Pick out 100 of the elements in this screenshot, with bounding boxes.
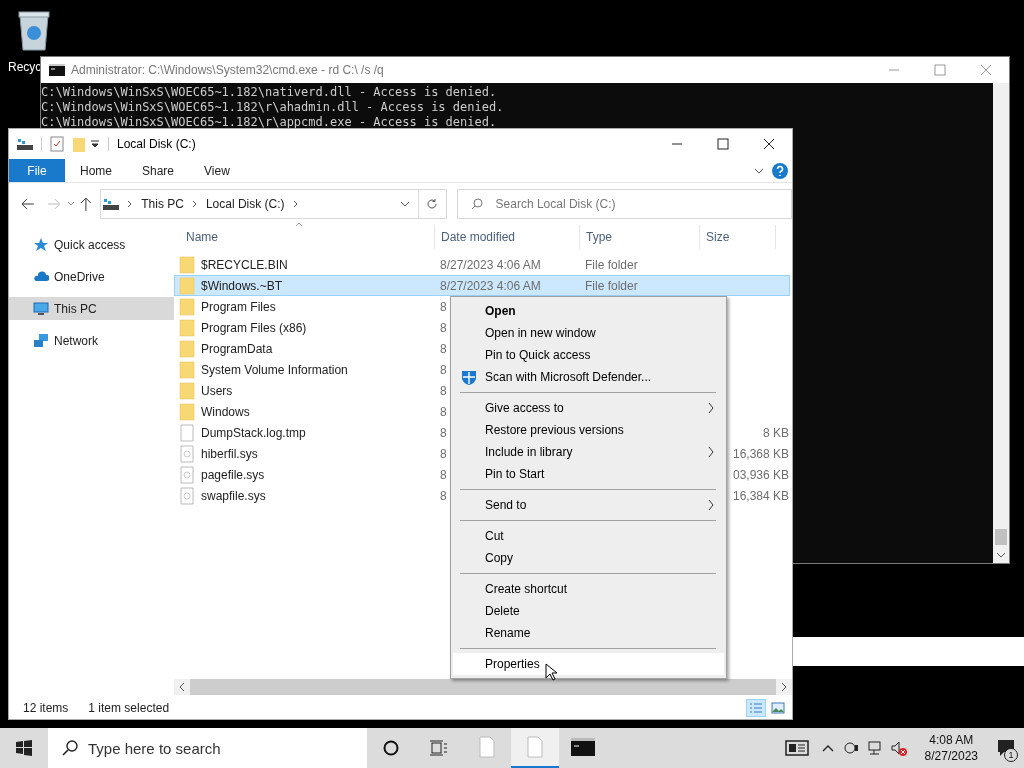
menu-item-label: Restore previous versions — [485, 422, 624, 439]
ribbon-tab[interactable]: Home — [65, 159, 127, 182]
scroll-down-icon — [996, 551, 1006, 559]
up-icon[interactable] — [80, 197, 93, 211]
desktop-icon-label[interactable]: Recyc — [8, 58, 42, 76]
menu-item[interactable]: Create shortcut — [453, 578, 724, 600]
recent-dropdown-icon[interactable] — [66, 201, 75, 207]
nav-item[interactable]: This PC — [9, 297, 174, 320]
sort-up-icon — [295, 222, 303, 227]
menu-item[interactable]: Restore previous versions — [453, 419, 724, 441]
system-file-icon — [179, 444, 195, 463]
type-cell: File folder — [585, 278, 638, 293]
console-line: C:\Windows\WinSxS\WOEC65~1.182\nativerd.dll - Access is denied. — [41, 85, 498, 100]
date-cell: 8/27/2023 4:06 AM — [440, 278, 541, 293]
menu-item-label: Cut — [485, 528, 504, 545]
clock-date: 8/27/2023 — [924, 748, 978, 764]
back-icon[interactable] — [21, 198, 35, 210]
column-header[interactable]: Size — [700, 225, 776, 249]
menu-item-label: Include in library — [485, 444, 573, 461]
windows-logo-icon — [16, 740, 32, 756]
nav-item-label: Quick access — [54, 236, 126, 254]
properties-icon[interactable] — [50, 136, 64, 152]
nav-item-label: This PC — [54, 300, 97, 318]
console-line: C:\Windows\WinSxS\WOEC65~1.182\r\ahadmin.dll - Access is denied. — [41, 100, 505, 115]
menu-item[interactable]: Open — [453, 300, 724, 322]
nav-item[interactable]: Quick access — [9, 233, 174, 256]
menu-item[interactable]: Copy — [453, 547, 724, 569]
dropdown-icon[interactable] — [90, 139, 100, 149]
menu-item[interactable]: Give access to — [453, 397, 724, 419]
menu-item[interactable]: Rename — [453, 622, 724, 644]
date-cell: 8 — [440, 341, 447, 356]
file-name: swapfile.sys — [201, 487, 266, 505]
taskbar-search-field[interactable]: Type here to search — [48, 728, 367, 768]
menu-item[interactable]: Open in new window — [453, 322, 724, 344]
details-view-button[interactable] — [746, 699, 766, 717]
menu-item-label: Pin to Start — [485, 466, 545, 483]
chevron-right-icon — [292, 200, 299, 208]
menu-item[interactable]: Delete — [453, 600, 724, 622]
column-header[interactable]: Type — [580, 225, 700, 249]
menu-item-label: Send to — [485, 497, 527, 514]
breadcrumb-item[interactable]: Local Disk (C:) — [205, 195, 285, 213]
file-name: Users — [201, 382, 233, 400]
volume-muted-icon[interactable] — [890, 740, 907, 756]
thumbnail-view-button[interactable] — [768, 699, 788, 717]
network-icon[interactable] — [866, 740, 883, 756]
refresh-button[interactable] — [419, 189, 447, 219]
clock[interactable]: 4:08 AM 8/27/2023 — [924, 732, 978, 764]
ribbon-tab[interactable]: File — [9, 159, 65, 182]
console-icon — [571, 738, 595, 756]
document-icon — [479, 736, 495, 758]
selected-file-row[interactable]: $Windows.~BT 8/27/2023 4:06 AM File folder — [174, 275, 790, 296]
circle-icon — [383, 740, 399, 756]
ribbon-tab[interactable]: Share — [127, 159, 190, 182]
folder-icon — [179, 255, 195, 274]
expand-ribbon-icon[interactable] — [754, 166, 764, 175]
scroll-thumb[interactable] — [995, 529, 1007, 545]
nav-item[interactable]: OneDrive — [9, 265, 174, 288]
folder-icon — [179, 360, 195, 379]
file-name: pagefile.sys — [201, 466, 265, 484]
notification-button[interactable]: 1 — [988, 728, 1024, 768]
forward-icon[interactable] — [46, 198, 61, 210]
status-text: 12 items — [23, 700, 69, 717]
news-icon[interactable] — [784, 739, 809, 757]
console-line: C:\Windows\WinSxS\WOEC65~1.182\r\appcmd.exe - Access is denied. — [41, 115, 498, 130]
breadcrumb-item[interactable]: This PC — [141, 195, 184, 213]
help-icon[interactable] — [772, 162, 788, 179]
date-cell: 8 — [440, 446, 447, 461]
menu-item-label: Properties — [485, 656, 540, 673]
drive-icon — [103, 198, 120, 210]
system-file-icon — [179, 486, 195, 505]
system-file-icon — [179, 465, 195, 484]
menu-item[interactable]: Send to — [453, 494, 724, 516]
file-name: $RECYCLE.BIN — [201, 256, 288, 274]
search-field[interactable]: Search Local Disk (C:) — [456, 189, 792, 219]
menu-item[interactable]: Pin to Start — [453, 463, 724, 485]
folder-icon — [179, 318, 195, 337]
status-text: 1 item selected — [88, 700, 170, 717]
menu-item[interactable]: Cut — [453, 525, 724, 547]
shield-icon — [461, 369, 477, 385]
nav-item[interactable]: Network — [9, 329, 174, 352]
console-icon — [49, 64, 65, 76]
size-cell-text: 16,368 KB — [732, 445, 789, 463]
menu-item-label: Delete — [485, 603, 520, 620]
chevron-right-icon — [191, 200, 198, 208]
camera-icon[interactable] — [842, 740, 859, 756]
column-header[interactable]: Date modified — [435, 225, 580, 249]
window-title: Local Disk (C:) — [117, 136, 197, 153]
menu-item[interactable]: Include in library — [453, 441, 724, 463]
date-cell: 8 — [440, 404, 447, 419]
monitor-icon — [33, 300, 49, 317]
ribbon-tab[interactable]: View — [189, 159, 245, 182]
menu-item[interactable]: Pin to Quick access — [453, 344, 724, 366]
search-icon — [470, 198, 483, 210]
menu-item-label: Pin to Quick access — [485, 347, 591, 364]
menu-item[interactable]: Scan with Microsoft Defender... — [453, 366, 724, 388]
file-name: $Windows.~BT — [201, 277, 283, 295]
address-bar[interactable]: This PC Local Disk (C:) — [100, 189, 419, 219]
nav-item-label: OneDrive — [54, 268, 105, 286]
folder-icon — [179, 381, 195, 400]
column-header[interactable]: Name — [174, 225, 435, 249]
